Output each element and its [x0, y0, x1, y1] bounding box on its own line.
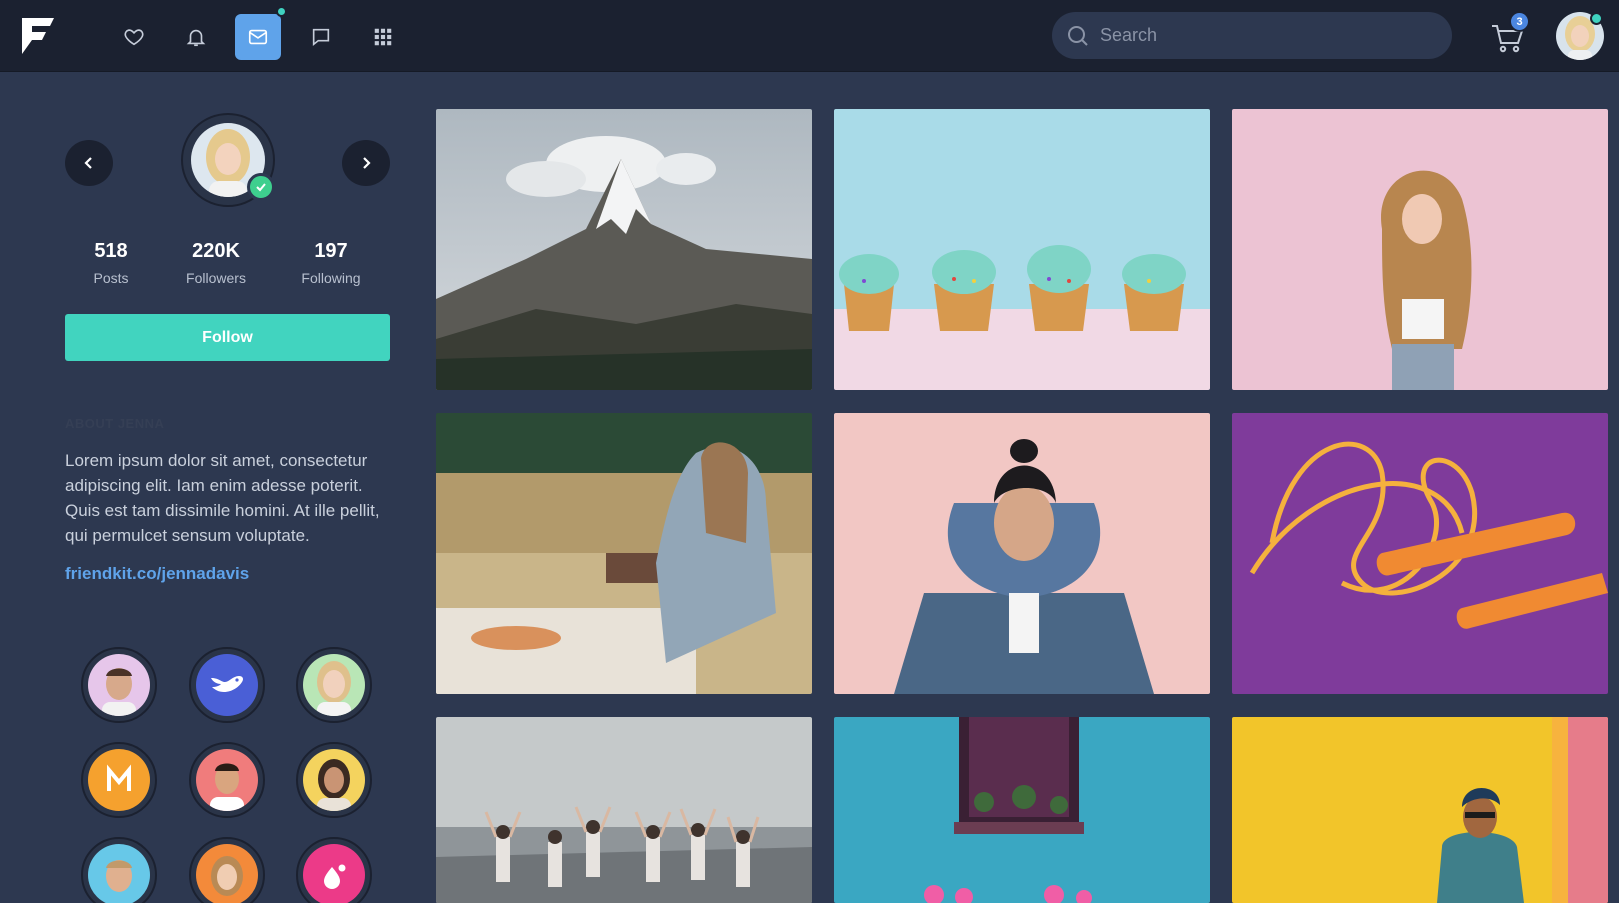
stat-posts-label: Posts [93, 270, 129, 286]
photo-woman-denim[interactable] [834, 413, 1210, 694]
stat-followers: 220K Followers [176, 240, 256, 286]
search-input[interactable] [1100, 25, 1430, 46]
mail-icon[interactable] [235, 14, 281, 60]
stat-posts: 518 Posts [81, 240, 141, 286]
mail-notification-dot [276, 6, 287, 17]
dove-logo-icon [211, 676, 243, 692]
friend-brand-m[interactable] [81, 742, 157, 818]
stat-posts-value: 518 [94, 240, 128, 262]
photo-yoga-beach[interactable] [436, 717, 812, 903]
previous-profile-button[interactable] [65, 140, 113, 186]
friend-avatar[interactable] [81, 647, 157, 723]
photo-picnic[interactable] [436, 413, 812, 694]
photo-man-yellow-wall[interactable] [1232, 717, 1608, 903]
search-icon [1068, 25, 1088, 46]
photo-cupcakes[interactable] [834, 109, 1210, 390]
profile-link[interactable]: friendkit.co/jennadavis [65, 564, 249, 584]
photo-woman-pink[interactable] [1232, 109, 1608, 390]
m-logo-icon [107, 764, 131, 791]
bell-icon[interactable] [173, 14, 219, 60]
stat-followers-label: Followers [186, 270, 246, 286]
chat-icon[interactable] [298, 14, 344, 60]
follow-button[interactable]: Follow [65, 314, 390, 361]
check-icon [256, 183, 266, 192]
online-status-dot [1590, 12, 1603, 25]
stat-followers-value: 220K [192, 240, 240, 262]
top-navbar: 3 [0, 0, 1619, 72]
verified-badge [247, 173, 275, 201]
drop-logo-icon [324, 864, 346, 889]
friend-avatar[interactable] [296, 742, 372, 818]
stat-following-label: Following [301, 270, 361, 286]
friend-brand-drop[interactable] [296, 837, 372, 903]
friendkit-logo[interactable] [20, 16, 56, 56]
stat-following-value: 197 [314, 240, 348, 262]
friend-avatar[interactable] [296, 647, 372, 723]
stat-following: 197 Following [291, 240, 371, 286]
about-text: Lorem ipsum dolor sit amet, consectetur … [65, 451, 380, 545]
friend-avatar[interactable] [189, 742, 265, 818]
cart-count-badge: 3 [1509, 11, 1530, 32]
chevron-right-icon [363, 157, 371, 169]
next-profile-button[interactable] [342, 140, 390, 186]
about-title: ABOUT JENNA [65, 416, 165, 431]
friend-avatar[interactable] [81, 837, 157, 903]
photo-blue-window[interactable] [834, 717, 1210, 903]
apps-grid-icon[interactable] [360, 14, 406, 60]
chevron-left-icon [84, 157, 92, 169]
friend-avatar[interactable] [189, 837, 265, 903]
search-bar[interactable] [1052, 12, 1452, 59]
photo-jump-rope[interactable] [1232, 413, 1608, 694]
photo-mountain[interactable] [436, 109, 812, 390]
heart-icon[interactable] [111, 14, 157, 60]
friend-brand-dove[interactable] [189, 647, 265, 723]
